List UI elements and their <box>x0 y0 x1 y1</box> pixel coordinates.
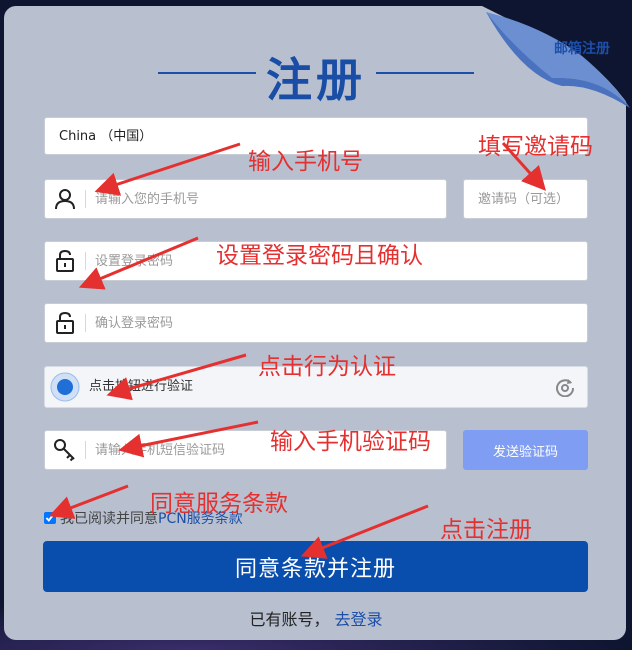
invite-field <box>463 179 588 219</box>
annotation-invite: 填写邀请码 <box>478 134 593 160</box>
field-divider <box>85 314 86 332</box>
field-divider <box>85 190 86 208</box>
login-row: 已有账号， 去登录 <box>0 606 632 630</box>
annotation-sms: 输入手机验证码 <box>270 429 431 455</box>
field-divider <box>85 252 86 270</box>
invite-code-input[interactable] <box>478 180 588 218</box>
email-register-link[interactable]: 邮箱注册 <box>554 38 610 58</box>
terms-checkbox[interactable] <box>44 512 56 524</box>
page-curl-corner <box>482 6 632 110</box>
user-icon <box>45 180 85 218</box>
annotation-submit: 点击注册 <box>440 517 532 543</box>
country-value: China （中国） <box>59 129 153 144</box>
lock-open-icon <box>45 304 85 342</box>
captcha-label: 点击按钮进行验证 <box>89 379 194 394</box>
title-line-right <box>376 72 474 74</box>
captcha-orb-icon <box>50 372 80 402</box>
terms-prefix: 我已阅读并同意 <box>60 511 158 527</box>
confirm-password-input[interactable] <box>95 304 575 342</box>
annotation-phone: 输入手机号 <box>248 149 363 175</box>
refresh-icon[interactable] <box>555 377 575 397</box>
phone-input[interactable] <box>95 180 435 218</box>
register-submit-button[interactable]: 同意条款并注册 <box>43 541 588 592</box>
title-block: 注册 <box>158 40 474 107</box>
page-title: 注册 <box>266 53 366 107</box>
login-link[interactable]: 去登录 <box>335 610 383 629</box>
phone-field <box>44 179 447 219</box>
send-code-button[interactable]: 发送验证码 <box>463 430 588 470</box>
annotation-password: 设置登录密码且确认 <box>216 243 423 269</box>
login-prompt: 已有账号， <box>249 610 330 629</box>
confirm-password-field <box>44 303 588 343</box>
lock-open-icon <box>45 242 85 280</box>
field-divider <box>85 441 86 459</box>
key-icon <box>45 431 85 469</box>
annotation-captcha: 点击行为认证 <box>258 354 396 380</box>
annotation-terms: 同意服务条款 <box>150 491 288 517</box>
